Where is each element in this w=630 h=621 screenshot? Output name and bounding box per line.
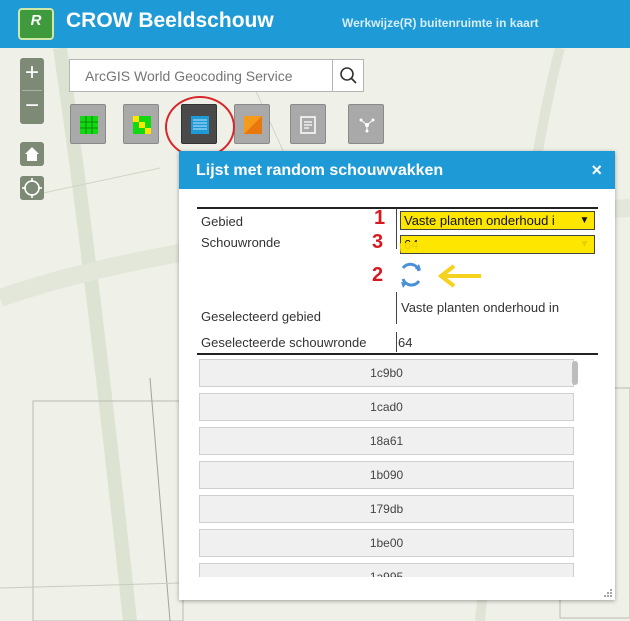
network-icon [359, 118, 375, 133]
yellow-highlight-mark [399, 237, 593, 253]
zoom-in-button[interactable]: + [20, 58, 44, 90]
locate-icon [22, 178, 42, 198]
search-box [69, 59, 364, 92]
home-button[interactable] [20, 142, 44, 166]
app-logo: R [18, 8, 54, 40]
crow-logo-icon [244, 116, 262, 134]
list-divider [197, 353, 598, 355]
home-icon [25, 147, 39, 161]
geselecteerd-gebied-value: Vaste planten onderhoud in [401, 300, 560, 315]
random-list-panel: Lijst met random schouwvakken × Gebied 1… [179, 151, 615, 600]
list-item[interactable]: 18a61 [199, 427, 574, 455]
form-column-divider [396, 292, 397, 324]
panel-header: Lijst met random schouwvakken × [179, 151, 615, 189]
grid-mixed-tool[interactable] [123, 104, 159, 144]
form-divider [197, 207, 598, 209]
zoom-out-button[interactable]: − [20, 91, 44, 123]
gebied-label: Gebied [201, 214, 243, 229]
highlight-circle [165, 96, 235, 158]
resize-handle-icon[interactable] [604, 589, 612, 597]
arrow-left-icon [437, 264, 481, 288]
search-input[interactable] [70, 60, 332, 91]
panel-title: Lijst met random schouwvakken [196, 162, 444, 179]
geselecteerd-gebied-label: Geselecteerd gebied [201, 309, 321, 324]
list-item[interactable]: 179db [199, 495, 574, 523]
edit-tool[interactable] [290, 104, 326, 144]
list-item[interactable]: 1be00 [199, 529, 574, 557]
form-column-divider [396, 332, 397, 352]
app-header: R CROW Beeldschouw Werkwijze(R) buitenru… [0, 0, 630, 48]
network-tool[interactable] [348, 104, 384, 144]
grid-mixed-icon [133, 116, 151, 134]
grid-green-icon [80, 116, 98, 134]
logo-icon: R [30, 12, 42, 29]
refresh-icon[interactable] [396, 261, 426, 291]
list-item[interactable]: 1cad0 [199, 393, 574, 421]
schouwronde-label: Schouwronde [201, 235, 281, 250]
random-list[interactable]: 1c9b0 1cad0 18a61 1b090 179db 1be00 1a99… [199, 357, 594, 577]
edit-icon [300, 116, 316, 134]
chevron-down-icon: ▼ [577, 212, 592, 229]
list-item[interactable]: 1a995 [199, 563, 574, 577]
list-scrollbar[interactable] [572, 361, 578, 385]
search-icon [340, 67, 357, 84]
gebied-select-value: Vaste planten onderhoud i [404, 213, 555, 228]
locate-button[interactable] [20, 176, 44, 200]
annotation-1: 1 [374, 207, 386, 229]
search-button[interactable] [332, 60, 363, 91]
gebied-select[interactable]: Vaste planten onderhoud i ▼ [400, 211, 595, 230]
list-item[interactable]: 1c9b0 [199, 359, 574, 387]
annotation-2: 2 [372, 264, 384, 286]
app-subtitle[interactable]: Werkwijze(R) buitenruimte in kaart [342, 16, 538, 30]
zoom-control: + − [20, 58, 44, 124]
close-button[interactable]: × [591, 160, 602, 181]
annotation-3: 3 [372, 231, 384, 253]
list-item[interactable]: 1b090 [199, 461, 574, 489]
geselecteerde-schouwronde-label: Geselecteerde schouwronde [201, 335, 367, 350]
grid-green-tool[interactable] [70, 104, 106, 144]
geselecteerde-schouwronde-value: 64 [398, 335, 413, 350]
app-title: CROW Beeldschouw [66, 9, 274, 32]
crow-tool[interactable] [234, 104, 270, 144]
